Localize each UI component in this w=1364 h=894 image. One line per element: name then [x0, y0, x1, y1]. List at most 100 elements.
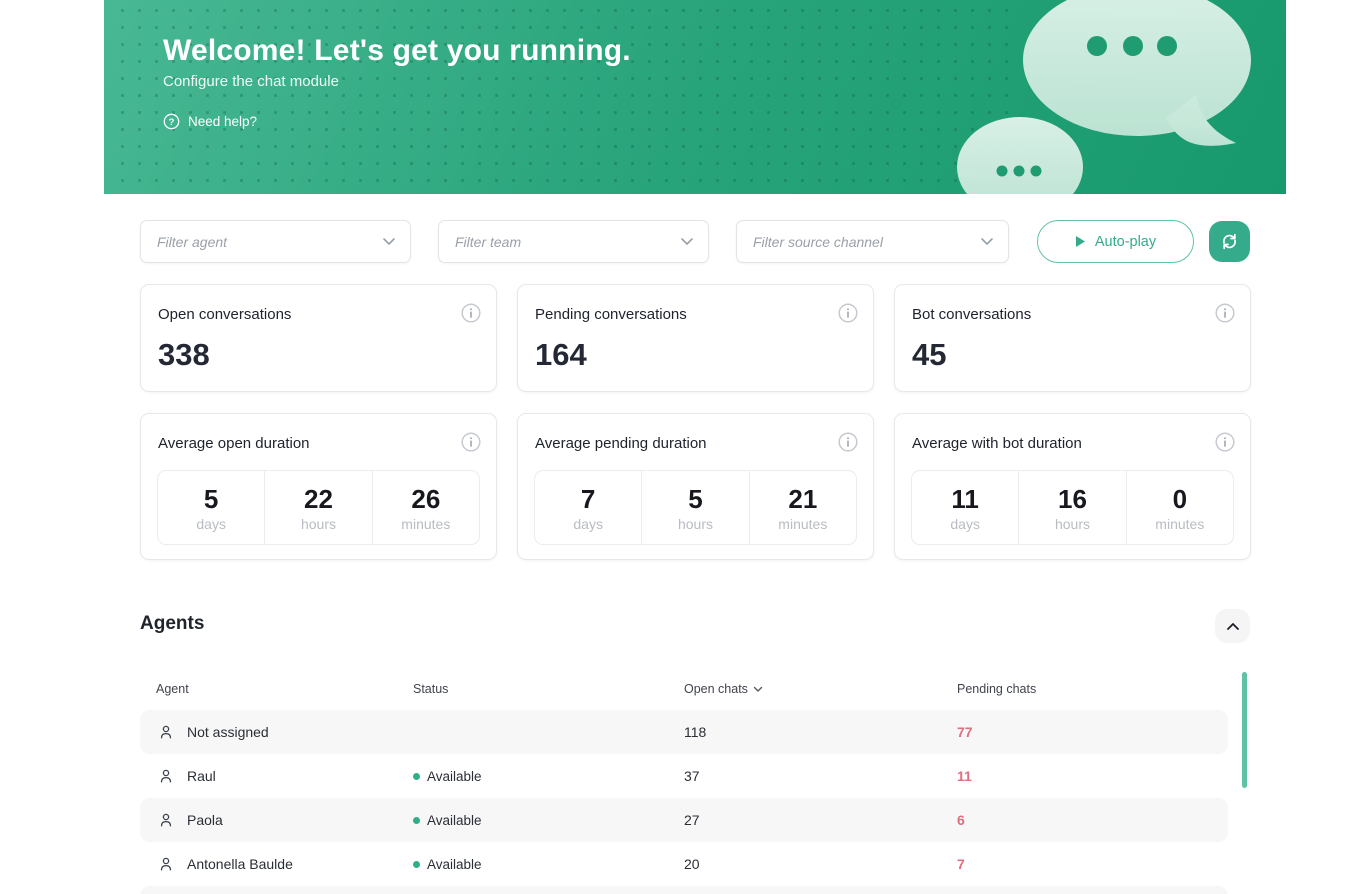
chevron-up-icon [1226, 622, 1240, 631]
chevron-down-icon [382, 237, 396, 246]
duration-hours: 22 hours [265, 471, 372, 544]
pending-chats-value: 77 [957, 710, 973, 754]
duration-unit: days [950, 516, 980, 532]
filter-source-channel-select[interactable]: Filter source channel [736, 220, 1009, 263]
card-value: 45 [912, 337, 946, 373]
pending-conversations-card: Pending conversations 164 [517, 284, 874, 392]
duration-box: 5 days 22 hours 26 minutes [157, 470, 480, 545]
info-icon[interactable] [461, 432, 481, 452]
duration-minutes: 0 minutes [1127, 471, 1233, 544]
open-chats-value: 20 [684, 842, 700, 886]
chevron-down-icon [980, 237, 994, 246]
person-icon [158, 842, 174, 886]
play-icon [1075, 235, 1086, 248]
pending-chats-value: 11 [957, 754, 972, 798]
chat-bubbles-illustration [916, 0, 1286, 194]
duration-value: 5 [688, 484, 702, 515]
autoplay-button[interactable]: Auto-play [1037, 220, 1194, 263]
svg-text:?: ? [169, 117, 175, 128]
agent-name: Raul [187, 754, 216, 798]
info-icon[interactable] [1215, 432, 1235, 452]
chevron-down-icon [680, 237, 694, 246]
duration-unit: hours [301, 516, 336, 532]
duration-minutes: 26 minutes [373, 471, 479, 544]
person-icon [158, 710, 174, 754]
column-header-open-chats[interactable]: Open chats [684, 682, 763, 696]
column-header-open-chats-label: Open chats [684, 682, 748, 696]
person-icon [158, 754, 174, 798]
welcome-banner: Welcome! Let's get you running. Configur… [104, 0, 1286, 194]
duration-days: 11 days [912, 471, 1019, 544]
card-label: Open conversations [158, 306, 291, 323]
status-dot-icon [413, 861, 420, 868]
table-row[interactable]: Paola Available 27 6 [140, 798, 1228, 842]
table-row-partial[interactable] [140, 886, 1228, 894]
duration-value: 7 [581, 484, 595, 515]
duration-minutes: 21 minutes [750, 471, 856, 544]
info-icon[interactable] [838, 432, 858, 452]
collapse-section-button[interactable] [1215, 609, 1250, 643]
duration-box: 7 days 5 hours 21 minutes [534, 470, 857, 545]
agent-name: Paola [187, 798, 223, 842]
duration-days: 5 days [158, 471, 265, 544]
column-header-pending-chats: Pending chats [957, 682, 1036, 696]
duration-unit: days [196, 516, 226, 532]
need-help-label: Need help? [188, 114, 257, 129]
filter-team-placeholder: Filter team [455, 234, 521, 250]
table-row[interactable]: Antonella Baulde Available 20 7 [140, 842, 1228, 886]
card-label: Average with bot duration [912, 435, 1082, 452]
open-chats-value: 37 [684, 754, 700, 798]
duration-value: 11 [951, 484, 979, 515]
duration-value: 22 [304, 484, 333, 515]
table-row[interactable]: Not assigned 118 77 [140, 710, 1228, 754]
duration-unit: hours [1055, 516, 1090, 532]
agents-section-title: Agents [140, 613, 204, 635]
agents-table: Not assigned 118 77 Raul Available 37 11… [140, 710, 1228, 894]
agent-status: Available [413, 754, 482, 798]
open-chats-value: 27 [684, 798, 700, 842]
duration-unit: minutes [778, 516, 827, 532]
duration-unit: hours [678, 516, 713, 532]
duration-value: 0 [1173, 484, 1187, 515]
duration-days: 7 days [535, 471, 642, 544]
status-dot-icon [413, 817, 420, 824]
refresh-button[interactable] [1209, 221, 1250, 262]
agent-status: Available [413, 798, 482, 842]
table-scrollbar-thumb[interactable] [1242, 672, 1247, 788]
duration-value: 26 [411, 484, 440, 515]
card-label: Pending conversations [535, 306, 687, 323]
duration-unit: minutes [401, 516, 450, 532]
info-icon[interactable] [1215, 303, 1235, 323]
open-chats-value: 118 [684, 710, 706, 754]
column-header-status: Status [413, 682, 448, 696]
dashboard-page: Welcome! Let's get you running. Configur… [0, 0, 1364, 894]
open-conversations-card: Open conversations 338 [140, 284, 497, 392]
card-label: Bot conversations [912, 306, 1031, 323]
need-help-link[interactable]: ? Need help? [163, 113, 257, 130]
question-circle-icon: ? [163, 113, 180, 130]
person-icon [158, 798, 174, 842]
duration-unit: minutes [1155, 516, 1204, 532]
agent-name: Antonella Baulde [187, 842, 293, 886]
pending-chats-value: 7 [957, 842, 965, 886]
sort-chevron-down-icon [753, 686, 763, 693]
duration-value: 16 [1058, 484, 1087, 515]
refresh-icon [1220, 232, 1239, 251]
table-row[interactable]: Raul Available 37 11 [140, 754, 1228, 798]
duration-box: 11 days 16 hours 0 minutes [911, 470, 1234, 545]
duration-unit: days [573, 516, 603, 532]
average-pending-duration-card: Average pending duration 7 days 5 hours … [517, 413, 874, 560]
filter-agent-select[interactable]: Filter agent [140, 220, 411, 263]
filter-agent-placeholder: Filter agent [157, 234, 227, 250]
info-icon[interactable] [838, 303, 858, 323]
info-icon[interactable] [461, 303, 481, 323]
page-subtitle: Configure the chat module [163, 73, 339, 90]
duration-value: 21 [788, 484, 817, 515]
status-dot-icon [413, 773, 420, 780]
duration-hours: 16 hours [1019, 471, 1126, 544]
duration-hours: 5 hours [642, 471, 749, 544]
filter-team-select[interactable]: Filter team [438, 220, 709, 263]
autoplay-label: Auto-play [1095, 234, 1156, 250]
page-title: Welcome! Let's get you running. [163, 34, 631, 68]
filter-source-channel-placeholder: Filter source channel [753, 234, 883, 250]
